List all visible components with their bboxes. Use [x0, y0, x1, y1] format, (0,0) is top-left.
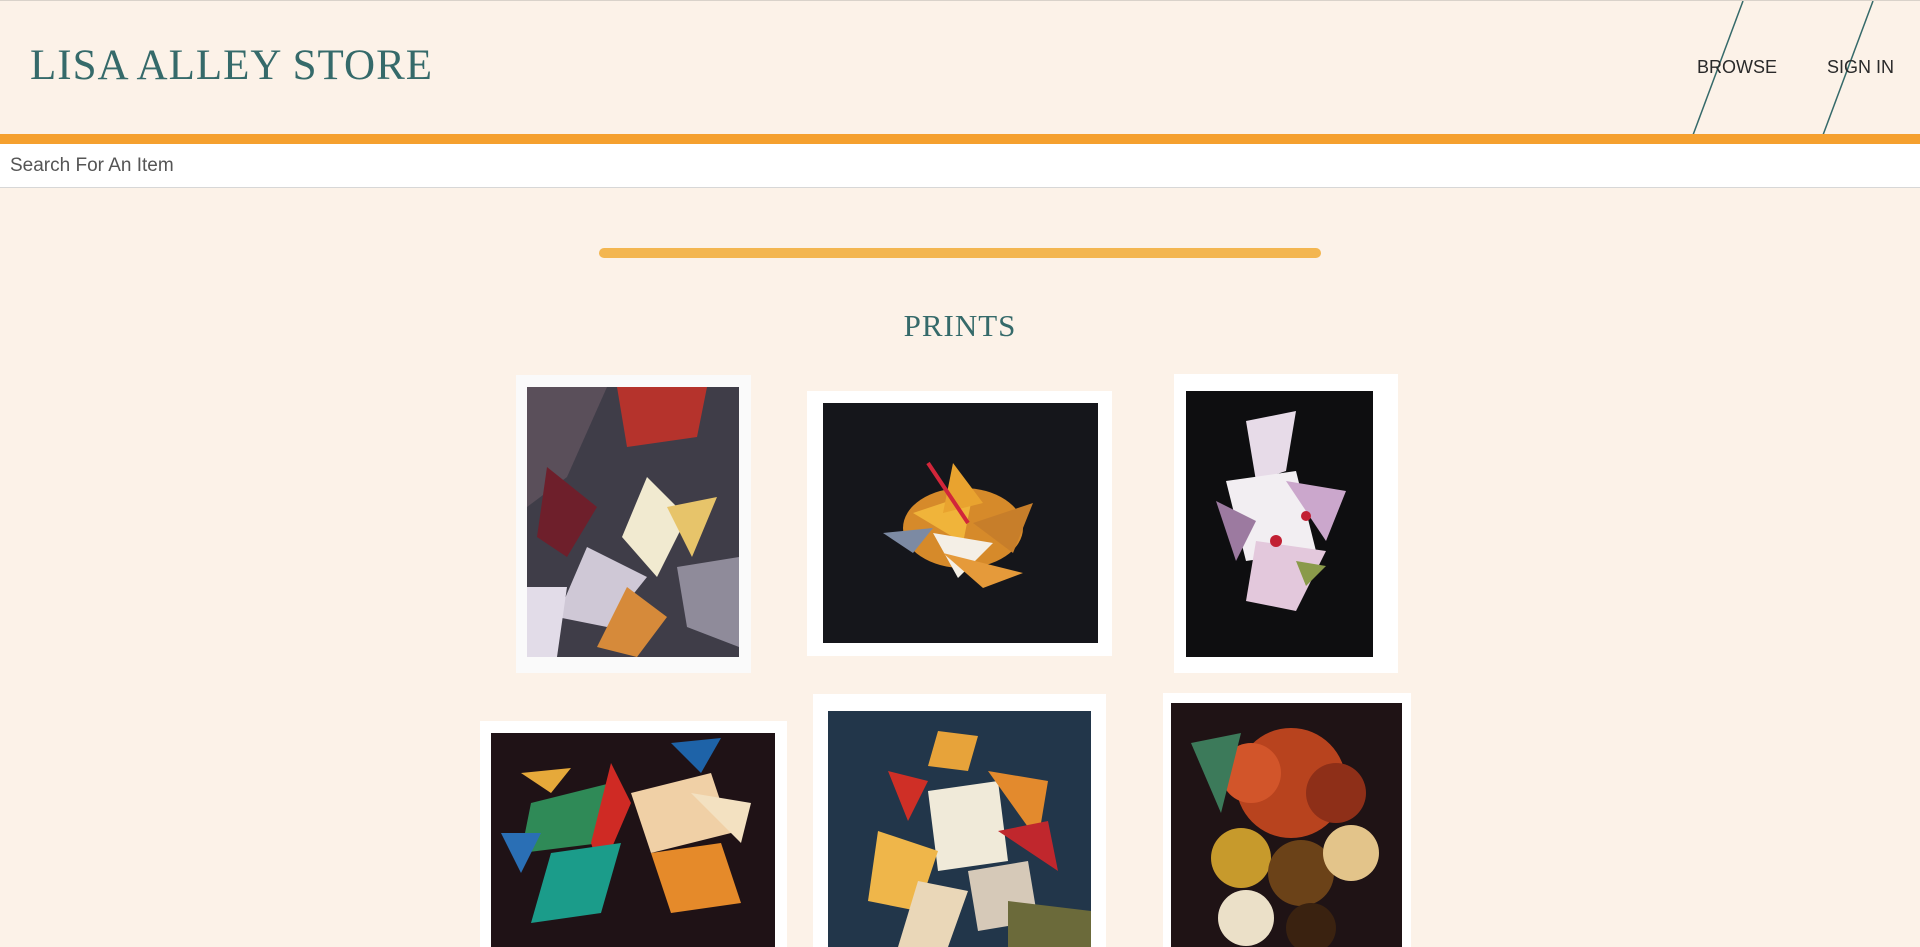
print-image-4 [491, 733, 775, 947]
print-card-6[interactable] [1163, 693, 1411, 947]
section-title: PRINTS [903, 308, 1017, 343]
search-input[interactable] [0, 144, 1920, 187]
nav-browse-link[interactable]: BROWSE [1697, 57, 1777, 78]
search-bar [0, 144, 1920, 188]
site-header: LISA ALLEY STORE BROWSE SIGN IN [0, 0, 1920, 135]
print-image-1 [527, 387, 739, 657]
print-image-3 [1186, 391, 1373, 657]
print-card-2[interactable] [807, 391, 1112, 656]
nav-sign-in-link[interactable]: SIGN IN [1827, 57, 1894, 78]
print-image-5 [828, 711, 1091, 947]
print-card-4[interactable] [480, 721, 787, 947]
print-card-3[interactable] [1174, 374, 1398, 673]
header-accent-bar [0, 134, 1920, 144]
print-card-1[interactable] [516, 375, 751, 673]
print-card-5[interactable] [813, 694, 1106, 947]
section-divider [599, 248, 1321, 258]
print-image-6 [1171, 703, 1402, 947]
print-image-2 [823, 403, 1098, 643]
brand-logo-link[interactable]: LISA ALLEY STORE [30, 41, 433, 90]
